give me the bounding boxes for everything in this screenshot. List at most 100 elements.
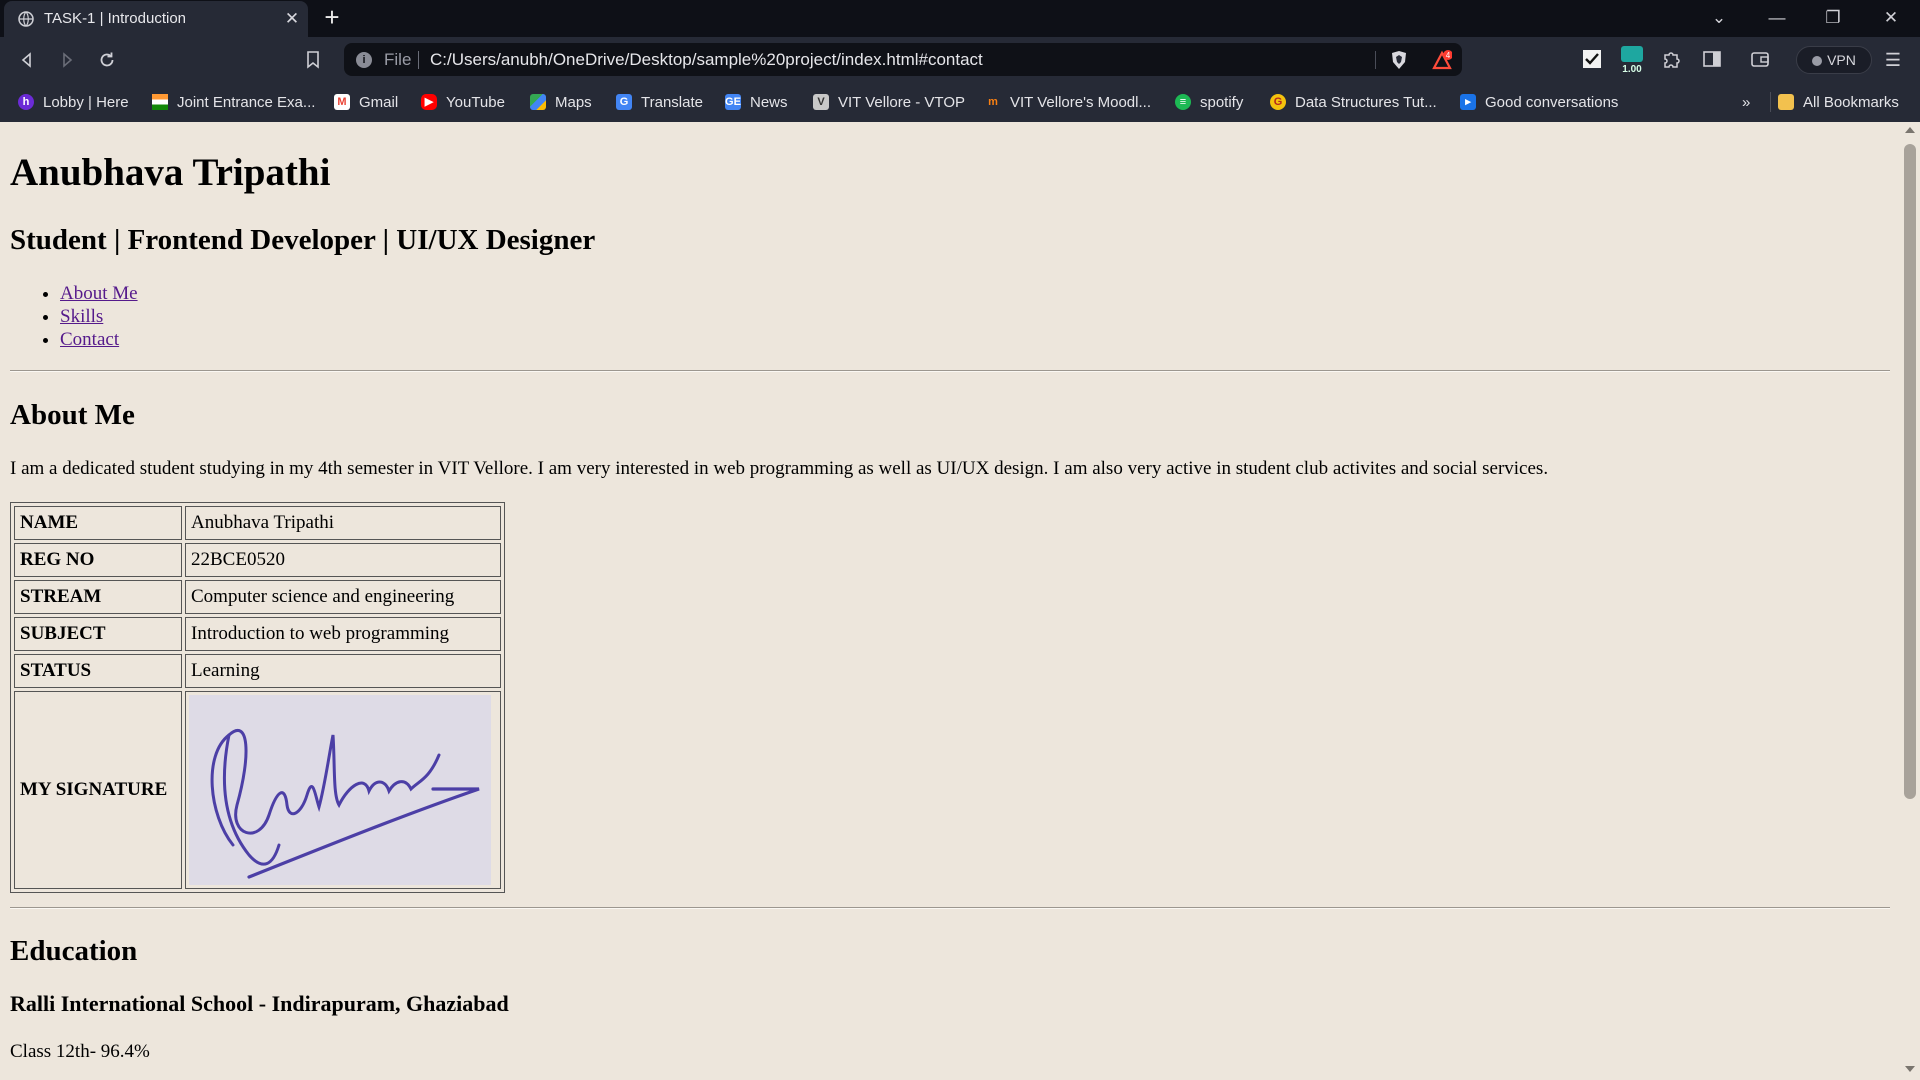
minimize-button[interactable]: —	[1760, 4, 1794, 32]
spotify-icon: ≡	[1175, 94, 1191, 110]
scroll-down-icon[interactable]	[1905, 1066, 1915, 1072]
table-key: STREAM	[14, 580, 182, 614]
bookmark-vtop[interactable]: V VIT Vellore - VTOP	[813, 92, 965, 112]
bookmark-label: Gmail	[359, 93, 399, 111]
extensions-puzzle-icon[interactable]	[1661, 49, 1683, 71]
table-value: Learning	[185, 654, 501, 688]
grade-text: Class 12th- 96.4%	[10, 1041, 150, 1062]
new-tab-button[interactable]: +	[318, 4, 346, 32]
bookmark-data-structures[interactable]: G Data Structures Tut...	[1270, 92, 1437, 112]
bookmark-news[interactable]: GE News	[725, 92, 788, 112]
page-scrollbar[interactable]	[1900, 122, 1920, 1080]
url-text[interactable]: C:/Users/anubh/OneDrive/Desktop/sample%2…	[430, 50, 983, 70]
bookmark-maps[interactable]: Maps	[530, 92, 592, 112]
vtop-icon: V	[813, 94, 829, 110]
section-nav: About Me Skills Contact	[60, 282, 138, 351]
divider	[10, 907, 1890, 909]
speed-extension-icon[interactable]: 1.00	[1620, 45, 1644, 75]
school-name: Ralli International School - Indirapuram…	[10, 991, 509, 1016]
all-bookmarks-label: All Bookmarks	[1803, 93, 1899, 111]
close-window-button[interactable]: ✕	[1874, 4, 1908, 32]
bookmark-moodle[interactable]: m VIT Vellore's Moodl...	[985, 92, 1151, 112]
nav-item-skills: Skills	[60, 305, 138, 328]
moodle-icon: m	[988, 96, 998, 108]
bookmark-lobby[interactable]: h Lobby | Here	[18, 92, 129, 112]
active-tab[interactable]: TASK-1 | Introduction ✕	[4, 1, 308, 37]
vpn-status-icon	[1812, 56, 1823, 66]
table-row: STATUS Learning	[14, 654, 501, 688]
nav-link-contact[interactable]: Contact	[60, 329, 119, 350]
translate-icon: G	[616, 94, 632, 110]
divider	[10, 370, 1890, 372]
news-icon: GE	[725, 94, 741, 110]
video-icon: ▸	[1460, 94, 1476, 110]
table-row: MY SIGNATURE	[14, 691, 501, 889]
page-title: Anubhava Tripathi	[10, 151, 331, 194]
india-flag-icon	[152, 94, 168, 110]
all-bookmarks-button[interactable]: All Bookmarks	[1778, 92, 1899, 112]
globe-icon	[18, 11, 34, 27]
omnibox-divider	[1375, 51, 1376, 69]
nav-link-skills[interactable]: Skills	[60, 306, 103, 327]
table-row: SUBJECT Introduction to web programming	[14, 617, 501, 651]
brave-shields-icon[interactable]	[1390, 50, 1408, 70]
nav-item-contact: Contact	[60, 328, 138, 351]
signature-image	[189, 695, 491, 885]
about-heading: About Me	[10, 399, 135, 431]
bookmark-good-conversations[interactable]: ▸ Good conversations	[1460, 92, 1618, 112]
site-info-icon[interactable]: i	[356, 52, 372, 68]
forward-arrow-icon	[63, 52, 73, 68]
nav-item-about: About Me	[60, 282, 138, 305]
bookmarks-divider	[1770, 92, 1771, 112]
h-icon: h	[18, 94, 34, 110]
bookmark-label: Maps	[555, 93, 592, 111]
reload-button[interactable]	[92, 45, 122, 75]
restore-button[interactable]: ❐	[1816, 4, 1850, 32]
forward-button[interactable]	[52, 45, 82, 75]
role-subtitle: Student | Frontend Developer | UI/UX Des…	[10, 224, 596, 256]
bookmark-page-button[interactable]	[298, 45, 328, 75]
scrollbar-thumb[interactable]	[1904, 144, 1916, 799]
bookmark-icon	[307, 51, 319, 69]
bookmark-spotify[interactable]: ≡ spotify	[1175, 92, 1243, 112]
menu-hamburger-icon[interactable]: ☰	[1882, 49, 1904, 71]
bookmark-label: VIT Vellore's Moodl...	[1010, 93, 1151, 111]
rewards-badge: 4	[1446, 51, 1451, 60]
wallet-icon[interactable]	[1749, 49, 1771, 71]
bookmark-gmail[interactable]: M Gmail	[334, 92, 398, 112]
gmail-icon: M	[334, 94, 350, 110]
vpn-button[interactable]: VPN	[1796, 46, 1872, 74]
youtube-icon: ▶	[421, 94, 437, 110]
bookmark-label: News	[750, 93, 788, 111]
table-value: 22BCE0520	[185, 543, 501, 577]
tab-title: TASK-1 | Introduction	[44, 10, 187, 27]
gfg-icon: G	[1270, 94, 1286, 110]
checkbox-extension-icon[interactable]	[1581, 49, 1603, 71]
bookmark-translate[interactable]: G Translate	[616, 92, 703, 112]
bookmark-label: VIT Vellore - VTOP	[838, 93, 965, 111]
maps-icon	[530, 94, 546, 110]
back-button[interactable]	[12, 45, 42, 75]
address-bar[interactable]: i File C:/Users/anubh/OneDrive/Desktop/s…	[344, 43, 1462, 76]
bookmark-label: Data Structures Tut...	[1295, 93, 1437, 111]
table-row: STREAM Computer science and engineering	[14, 580, 501, 614]
table-key: STATUS	[14, 654, 182, 688]
table-value: Anubhava Tripathi	[185, 506, 501, 540]
tab-search-chevron-icon[interactable]: ⌄	[1702, 4, 1736, 32]
bookmark-label: Lobby | Here	[43, 93, 129, 111]
nav-link-about[interactable]: About Me	[60, 283, 138, 304]
bookmarks-overflow-button[interactable]: »	[1742, 92, 1750, 112]
bookmark-youtube[interactable]: ▶ YouTube	[421, 92, 505, 112]
info-table: NAME Anubhava Tripathi REG NO 22BCE0520 ST…	[10, 502, 505, 893]
bookmark-label: Translate	[641, 93, 703, 111]
page-viewport: Anubhava Tripathi Student | Frontend Dev…	[0, 122, 1900, 1080]
sidebar-toggle-icon[interactable]	[1701, 49, 1723, 71]
bookmark-label: spotify	[1200, 93, 1244, 111]
table-key: SUBJECT	[14, 617, 182, 651]
url-scheme-label: File	[384, 50, 412, 69]
bookmark-jee[interactable]: Joint Entrance Exa...	[152, 92, 315, 112]
close-tab-icon[interactable]: ✕	[280, 7, 304, 31]
brave-rewards-icon[interactable]: 4	[1432, 50, 1452, 70]
scroll-up-icon[interactable]	[1905, 127, 1915, 133]
folder-icon	[1778, 94, 1794, 110]
